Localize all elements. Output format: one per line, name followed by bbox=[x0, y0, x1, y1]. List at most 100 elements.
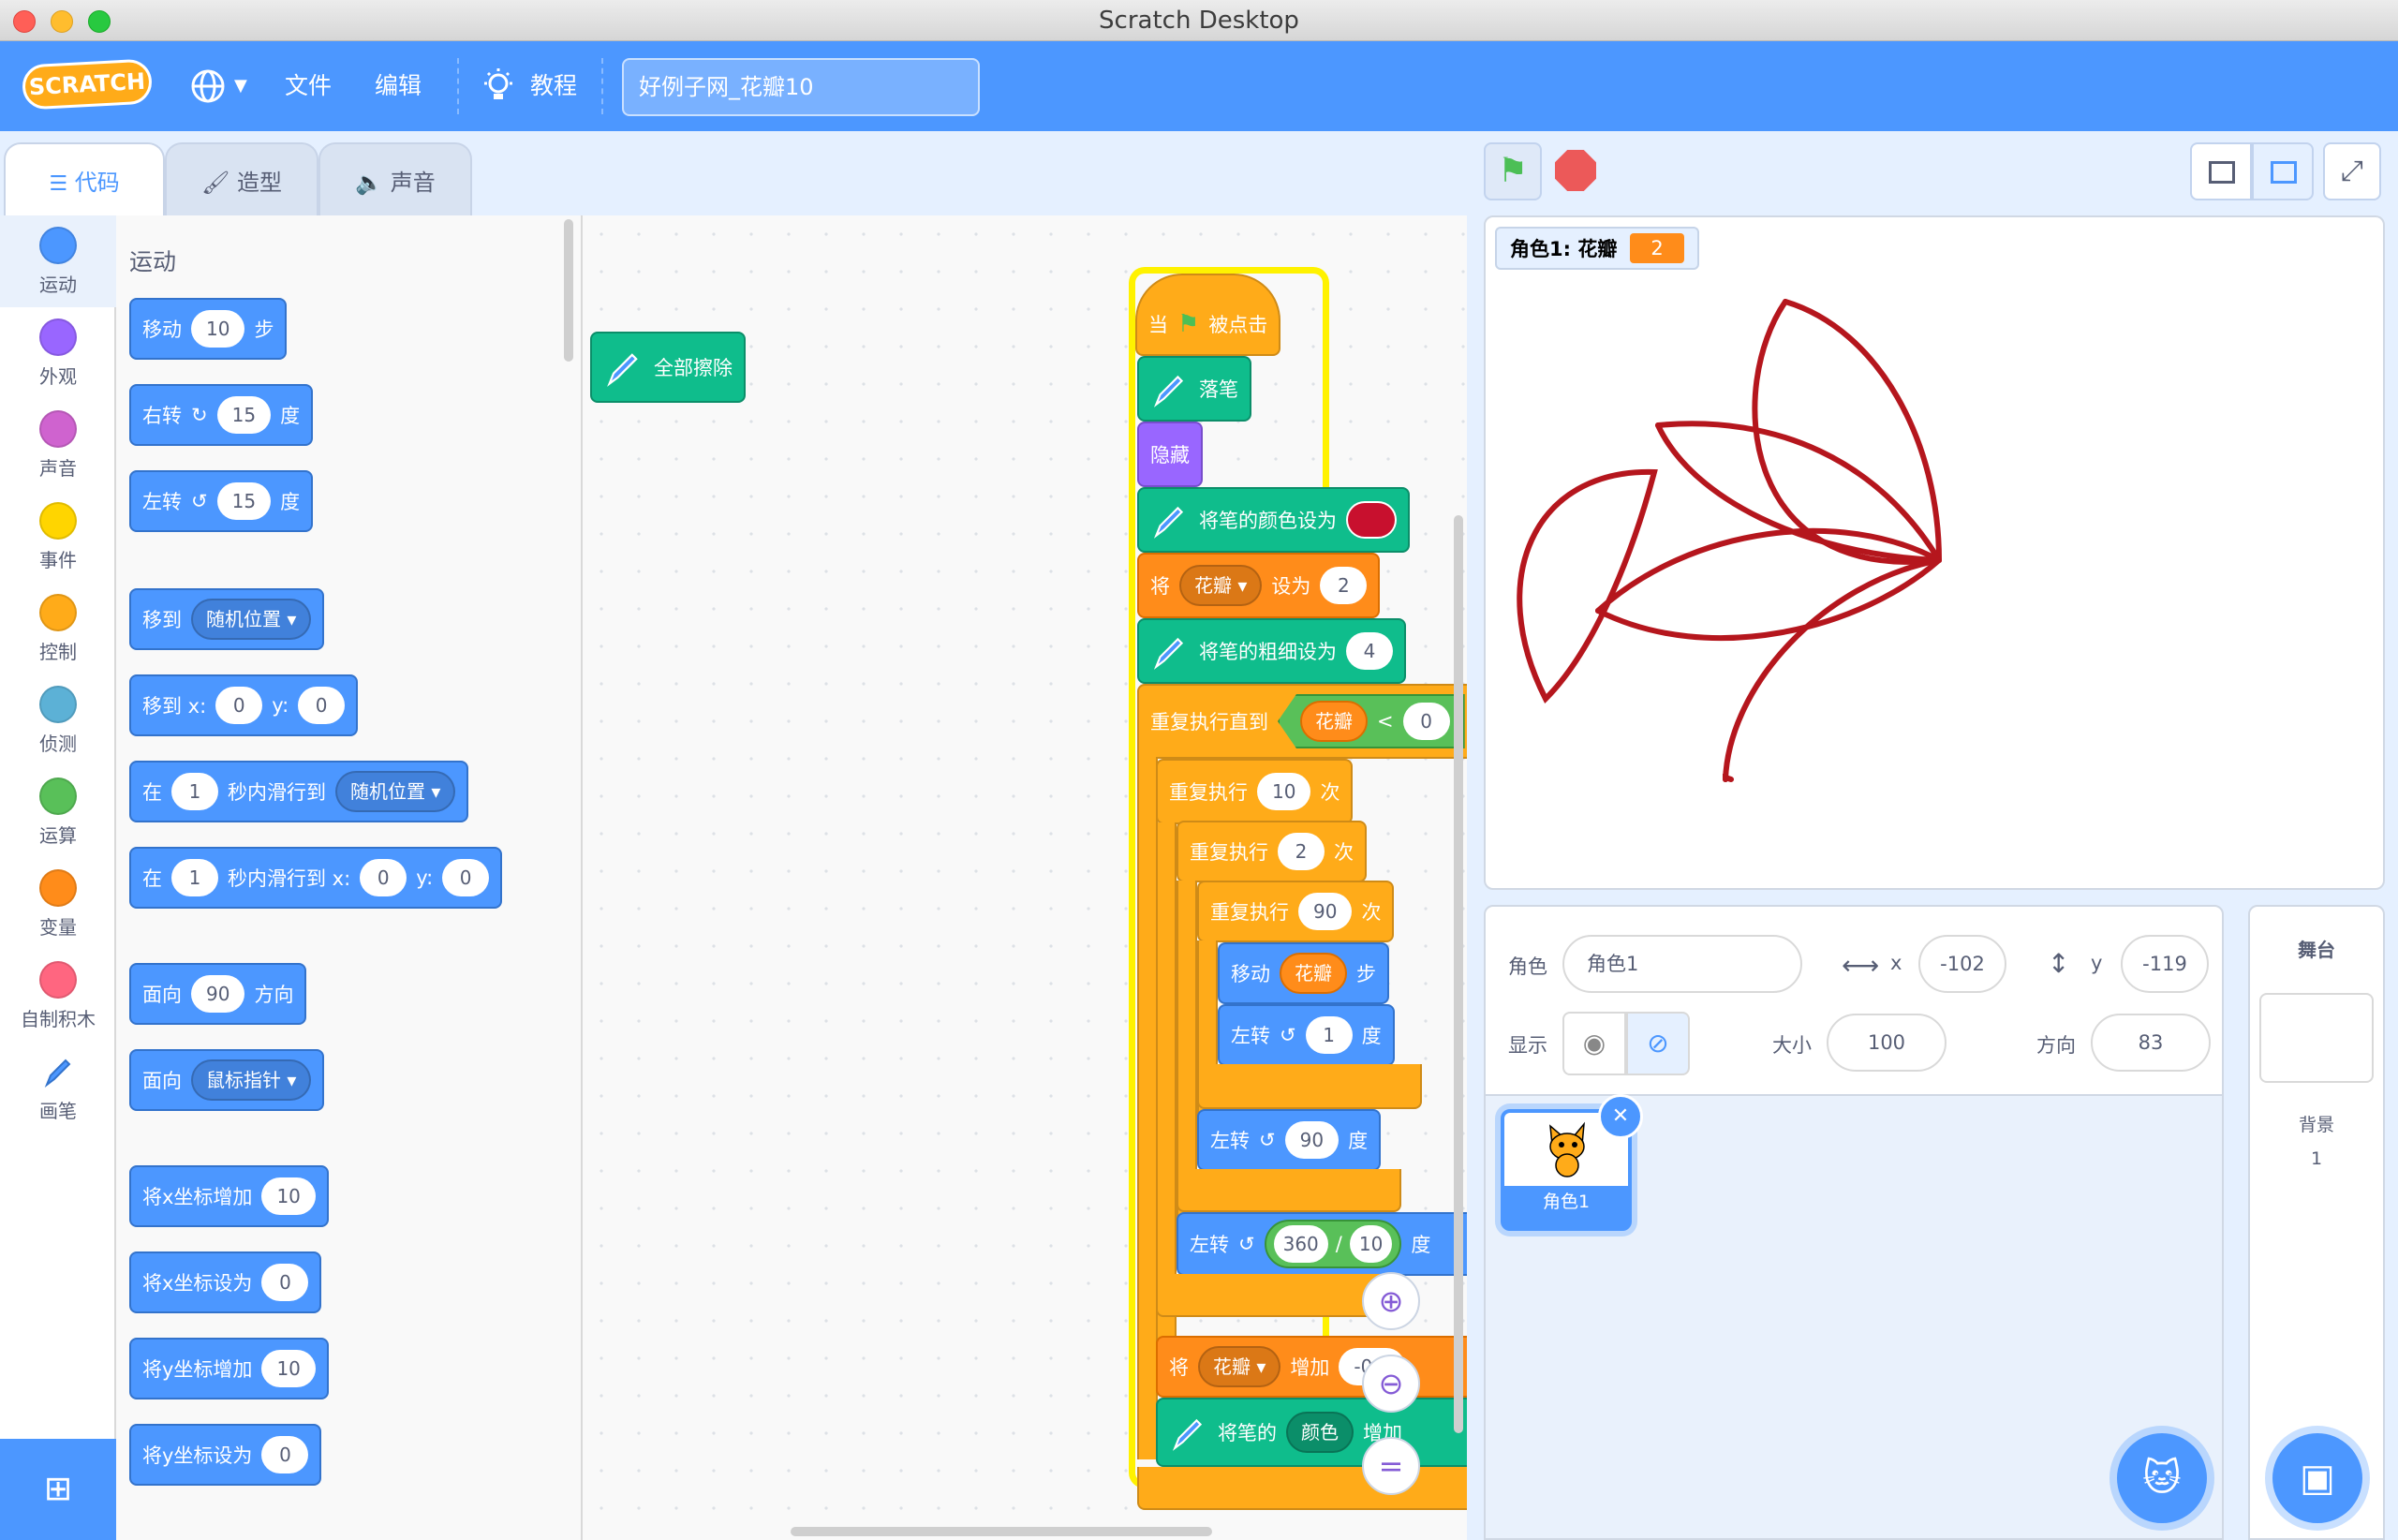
repeat-2-end bbox=[1177, 1169, 1401, 1212]
category-sound[interactable]: 声音 bbox=[0, 399, 116, 491]
block-palette: 运动 移动 10 步 右转 ↻ 15 度 左转 ↺ 15 度 移到 随机位置 ▾ 移到 x: 0 y:… bbox=[116, 215, 583, 1540]
y-input[interactable]: -119 bbox=[2121, 935, 2209, 993]
block-move-var[interactable]: 移动 花瓣步 bbox=[1218, 942, 1389, 1004]
less-than-operator[interactable]: 花瓣 < 0 bbox=[1278, 694, 1465, 748]
category-events-dot bbox=[39, 502, 77, 540]
block-point-direction[interactable]: 面向 90 方向 bbox=[129, 963, 307, 1025]
scratch-logo[interactable]: SCRATCH bbox=[21, 58, 154, 111]
fullscreen-icon: ⤢ bbox=[2341, 155, 2363, 187]
block-set-x[interactable]: 将x坐标设为 0 bbox=[129, 1251, 322, 1313]
delete-sprite-button[interactable]: ✕ bbox=[1598, 1094, 1643, 1139]
show-sprite-button[interactable]: ◉ bbox=[1562, 1012, 1626, 1075]
file-menu[interactable]: 文件 bbox=[285, 41, 332, 131]
sprite-name-input[interactable]: 角色1 bbox=[1562, 935, 1802, 993]
project-title-input[interactable]: 好例子网_花瓣10 bbox=[622, 58, 980, 116]
block-set-pen-size[interactable]: 将笔的粗细设为 4 bbox=[1137, 618, 1406, 684]
category-looks[interactable]: 外观 bbox=[0, 307, 116, 399]
block-repeat-2[interactable]: 重复执行 2 次 bbox=[1177, 821, 1367, 882]
block-goto[interactable]: 移到 随机位置 ▾ bbox=[129, 588, 325, 650]
category-control-dot bbox=[39, 594, 77, 631]
stop-button[interactable] bbox=[1555, 150, 1596, 191]
block-repeat-90[interactable]: 重复执行 90 次 bbox=[1197, 881, 1395, 942]
workspace-horizontal-scrollbar[interactable] bbox=[791, 1527, 1212, 1536]
category-events[interactable]: 事件 bbox=[0, 491, 116, 583]
block-change-pen-color[interactable]: 将笔的 颜色 增加 bbox=[1156, 1398, 1467, 1467]
palette-heading: 运动 bbox=[129, 248, 177, 275]
category-variables[interactable]: 变量 bbox=[0, 858, 116, 950]
block-turn-left-div[interactable]: 左转 ↺ 360/10 度 bbox=[1177, 1212, 1467, 1276]
small-stage-button[interactable] bbox=[2190, 142, 2252, 200]
block-erase-all[interactable]: 全部擦除 bbox=[590, 332, 746, 403]
palette-scrollbar[interactable] bbox=[564, 219, 573, 362]
tab-costumes[interactable]: 🖌 造型 bbox=[165, 142, 318, 215]
petal-drawing bbox=[1517, 299, 1942, 782]
tab-sounds[interactable]: 🔈 声音 bbox=[318, 142, 472, 215]
language-menu[interactable]: ▼ bbox=[189, 41, 255, 131]
tutorials-button[interactable]: 教程 bbox=[481, 41, 585, 131]
block-glide[interactable]: 在 1 秒内滑行到 随机位置 ▾ bbox=[129, 761, 469, 822]
category-my-blocks[interactable]: 自制积木 bbox=[0, 950, 116, 1042]
block-repeat-10[interactable]: 重复执行 10 次 bbox=[1156, 759, 1354, 824]
zoom-reset-button[interactable]: = bbox=[1362, 1437, 1420, 1495]
stage-title: 舞台 bbox=[2298, 939, 2335, 961]
green-flag-icon: ⚑ bbox=[1177, 310, 1200, 338]
hide-sprite-button[interactable]: ⊘ bbox=[1626, 1012, 1690, 1075]
category-motion[interactable]: 运动 bbox=[0, 215, 116, 307]
stage-thumbnail[interactable] bbox=[2259, 993, 2374, 1083]
tab-code[interactable]: ☰ 代码 bbox=[4, 142, 165, 215]
category-sensing[interactable]: 侦测 bbox=[0, 674, 116, 766]
block-hide[interactable]: 隐藏 bbox=[1137, 422, 1203, 487]
category-pen[interactable]: 画笔 bbox=[0, 1042, 116, 1133]
category-sound-label: 声音 bbox=[39, 457, 77, 480]
block-change-y[interactable]: 将y坐标增加 10 bbox=[129, 1338, 329, 1399]
size-input[interactable]: 100 bbox=[1827, 1014, 1947, 1072]
stage-canvas[interactable]: 角色1: 花瓣 2 bbox=[1484, 215, 2385, 890]
fullscreen-button[interactable]: ⤢ bbox=[2323, 142, 2381, 200]
direction-input[interactable]: 83 bbox=[2091, 1014, 2211, 1072]
block-set-variable[interactable]: 将 花瓣 ▾ 设为 2 bbox=[1137, 553, 1381, 618]
x-input[interactable]: -102 bbox=[1918, 935, 2006, 993]
category-variables-label: 变量 bbox=[39, 916, 77, 939]
category-looks-label: 外观 bbox=[39, 365, 77, 388]
block-when-flag-clicked[interactable]: 当 ⚑ 被点击 bbox=[1135, 274, 1281, 356]
add-sprite-button[interactable]: 🐱 bbox=[2117, 1433, 2207, 1523]
block-point-towards[interactable]: 面向 鼠标指针 ▾ bbox=[129, 1049, 325, 1111]
pen-color-swatch[interactable] bbox=[1346, 501, 1397, 539]
add-backdrop-button[interactable]: ▣ bbox=[2272, 1433, 2362, 1523]
edit-menu[interactable]: 编辑 bbox=[375, 41, 422, 131]
block-repeat-until[interactable]: 重复执行直到 花瓣 < 0 bbox=[1137, 684, 1467, 759]
add-extension-button[interactable]: ⊞ bbox=[0, 1439, 116, 1540]
divide-operator[interactable]: 360/10 bbox=[1264, 1220, 1402, 1268]
zoom-out-button[interactable]: ⊖ bbox=[1362, 1355, 1420, 1413]
green-flag-button[interactable]: ⚑ bbox=[1484, 142, 1542, 200]
menu-bar: SCRATCH ▼ 文件 编辑 教程 bbox=[0, 41, 2398, 131]
block-glide-xy[interactable]: 在 1 秒内滑行到 x: 0 y: 0 bbox=[129, 847, 503, 909]
block-move-steps[interactable]: 移动 10 步 bbox=[129, 298, 288, 360]
block-turn-left-1[interactable]: 左转 ↺ 1 度 bbox=[1218, 1004, 1395, 1066]
category-operators[interactable]: 运算 bbox=[0, 766, 116, 858]
close-window-button[interactable] bbox=[13, 10, 36, 33]
block-turn-left[interactable]: 左转 ↺ 15 度 bbox=[129, 470, 314, 532]
workspace-vertical-scrollbar[interactable] bbox=[1454, 515, 1463, 1433]
category-control[interactable]: 控制 bbox=[0, 583, 116, 674]
block-turn-right[interactable]: 右转 ↻ 15 度 bbox=[129, 384, 314, 446]
script-workspace[interactable]: 全部擦除 当 ⚑ 被点击 落笔 隐藏 将笔的颜色设为 将 花瓣 ▾ 设为 2 将… bbox=[583, 215, 1467, 1540]
large-stage-icon bbox=[2271, 161, 2297, 184]
block-change-x[interactable]: 将x坐标增加 10 bbox=[129, 1165, 329, 1227]
large-stage-button[interactable] bbox=[2252, 142, 2314, 200]
block-goto-xy[interactable]: 移到 x: 0 y: 0 bbox=[129, 674, 359, 736]
minimize-window-button[interactable] bbox=[51, 10, 73, 33]
zoom-in-button[interactable]: ⊕ bbox=[1362, 1272, 1420, 1330]
block-turn-left-90[interactable]: 左转 ↺ 90 度 bbox=[1197, 1109, 1382, 1171]
block-change-variable[interactable]: 将花瓣 ▾增加-0.1 bbox=[1156, 1336, 1467, 1398]
pen-icon bbox=[1153, 506, 1184, 539]
block-set-pen-color[interactable]: 将笔的颜色设为 bbox=[1137, 487, 1410, 553]
tab-sounds-label: 声音 bbox=[390, 170, 436, 196]
block-set-y[interactable]: 将y坐标设为 0 bbox=[129, 1424, 322, 1486]
block-pen-down[interactable]: 落笔 bbox=[1137, 356, 1251, 422]
y-label: y bbox=[2091, 952, 2103, 974]
tab-code-label: 代码 bbox=[74, 170, 120, 196]
size-label: 大小 bbox=[1772, 1034, 1812, 1057]
maximize-window-button[interactable] bbox=[88, 10, 111, 33]
tutorials-label: 教程 bbox=[530, 72, 578, 99]
